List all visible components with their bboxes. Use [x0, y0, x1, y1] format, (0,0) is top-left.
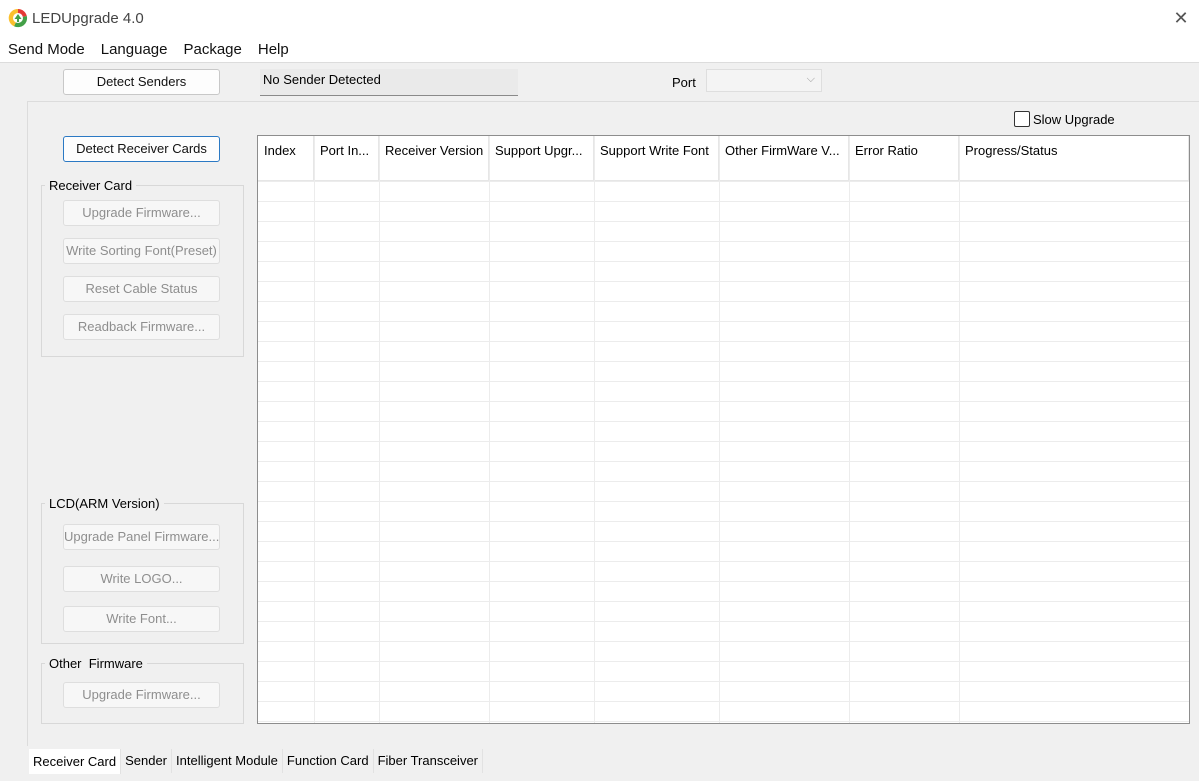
- other-upgrade-firmware-button[interactable]: Upgrade Firmware...: [63, 682, 220, 708]
- sender-status-field: No Sender Detected: [260, 69, 518, 96]
- group-title-other-firmware: Other Firmware: [45, 656, 147, 671]
- tab-receiver-card[interactable]: Receiver Card: [29, 749, 122, 774]
- group-title-receiver-card: Receiver Card: [45, 178, 137, 193]
- upgrade-firmware-button[interactable]: Upgrade Firmware...: [63, 200, 220, 226]
- port-label: Port: [672, 75, 696, 90]
- menu-package[interactable]: Package: [175, 38, 249, 62]
- tab-fiber-transceiver[interactable]: Fiber Transceiver: [374, 749, 483, 773]
- detect-senders-button[interactable]: Detect Senders: [63, 69, 220, 95]
- menu-help[interactable]: Help: [250, 38, 297, 62]
- slow-upgrade-label: Slow Upgrade: [1033, 111, 1115, 127]
- chevron-down-icon: ⌵: [806, 73, 815, 85]
- tab-sender[interactable]: Sender: [121, 749, 173, 773]
- window-title: LEDUpgrade 4.0: [32, 10, 144, 27]
- bottom-tab-bar: Receiver Card Sender Intelligent Module …: [29, 749, 483, 774]
- write-font-button[interactable]: Write Font...: [63, 606, 220, 632]
- tab-intelligent-module[interactable]: Intelligent Module: [172, 749, 283, 773]
- receiver-table[interactable]: Index Port In... Receiver Version Suppor…: [257, 135, 1190, 724]
- detect-receiver-cards-button[interactable]: Detect Receiver Cards: [63, 136, 220, 162]
- title-bar: [0, 0, 1199, 38]
- checkbox-box[interactable]: [1014, 111, 1030, 127]
- upgrade-panel-firmware-button[interactable]: Upgrade Panel Firmware...: [63, 524, 220, 550]
- menu-bar: Send Mode Language Package Help: [0, 38, 1199, 62]
- tab-function-card[interactable]: Function Card: [283, 749, 374, 773]
- close-icon: ✕: [1173, 7, 1189, 28]
- menu-send-mode[interactable]: Send Mode: [0, 38, 93, 62]
- port-select[interactable]: ⌵: [706, 69, 822, 92]
- write-sorting-font-button[interactable]: Write Sorting Font(Preset): [63, 238, 220, 264]
- readback-firmware-button[interactable]: Readback Firmware...: [63, 314, 220, 340]
- reset-cable-status-button[interactable]: Reset Cable Status: [63, 276, 220, 302]
- table-grid: [258, 136, 1189, 723]
- slow-upgrade-checkbox[interactable]: Slow Upgrade: [1014, 111, 1115, 127]
- app-logo-icon: [8, 8, 28, 28]
- close-button[interactable]: ✕: [1168, 6, 1194, 30]
- divider: [0, 62, 1199, 63]
- write-logo-button[interactable]: Write LOGO...: [63, 566, 220, 592]
- menu-language[interactable]: Language: [93, 38, 176, 62]
- group-title-lcd: LCD(ARM Version): [45, 496, 164, 511]
